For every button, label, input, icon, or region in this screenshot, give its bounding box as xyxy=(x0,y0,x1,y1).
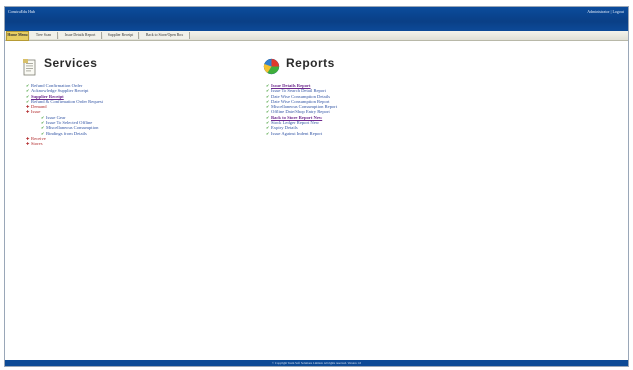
service-item-stores[interactable]: ✚ Stores xyxy=(26,141,103,146)
tab-tree-scan[interactable]: Tree Scan xyxy=(30,32,58,39)
tab-supplier-receipt[interactable]: Supplier Receipt xyxy=(103,32,139,39)
footer-copyright: © Copyright Team Soft Solutions Limited.… xyxy=(271,361,362,365)
report-item-issue-against-indent[interactable]: ✔ Issue Against Indent Report xyxy=(266,131,337,136)
tab-back-to-store[interactable]: Back to Store/Open Box xyxy=(140,32,190,39)
app-window: ConstruEdu Hub Administrator | Logout Ho… xyxy=(4,6,629,367)
services-heading: Services xyxy=(44,56,98,70)
reports-list: ✔ Issue Details Report ✔ Issue To Search D… xyxy=(266,83,337,136)
expand-plus-icon: ✚ xyxy=(26,141,30,147)
check-icon: ✔ xyxy=(266,130,270,136)
footer-bar: © Copyright Team Soft Solutions Limited.… xyxy=(5,360,628,366)
services-list: ✔ Refund Confirmation Order ✔ Acknowledge … xyxy=(26,83,103,147)
title-bar: ConstruEdu Hub Administrator | Logout xyxy=(5,7,628,31)
services-document-icon xyxy=(23,59,36,76)
user-info-link[interactable]: Administrator | Logout xyxy=(587,9,624,14)
app-title: ConstruEdu Hub xyxy=(8,9,35,14)
tab-home-menu[interactable]: Home Menu xyxy=(6,31,29,41)
collapse-icon: ✚ xyxy=(26,109,30,115)
nav-tabs: Home Menu Tree Scan Issue Details Report… xyxy=(5,31,628,41)
reports-heading: Reports xyxy=(286,56,335,70)
reports-pie-chart-icon xyxy=(263,58,280,75)
tab-issue-details-report[interactable]: Issue Details Report xyxy=(59,32,102,39)
